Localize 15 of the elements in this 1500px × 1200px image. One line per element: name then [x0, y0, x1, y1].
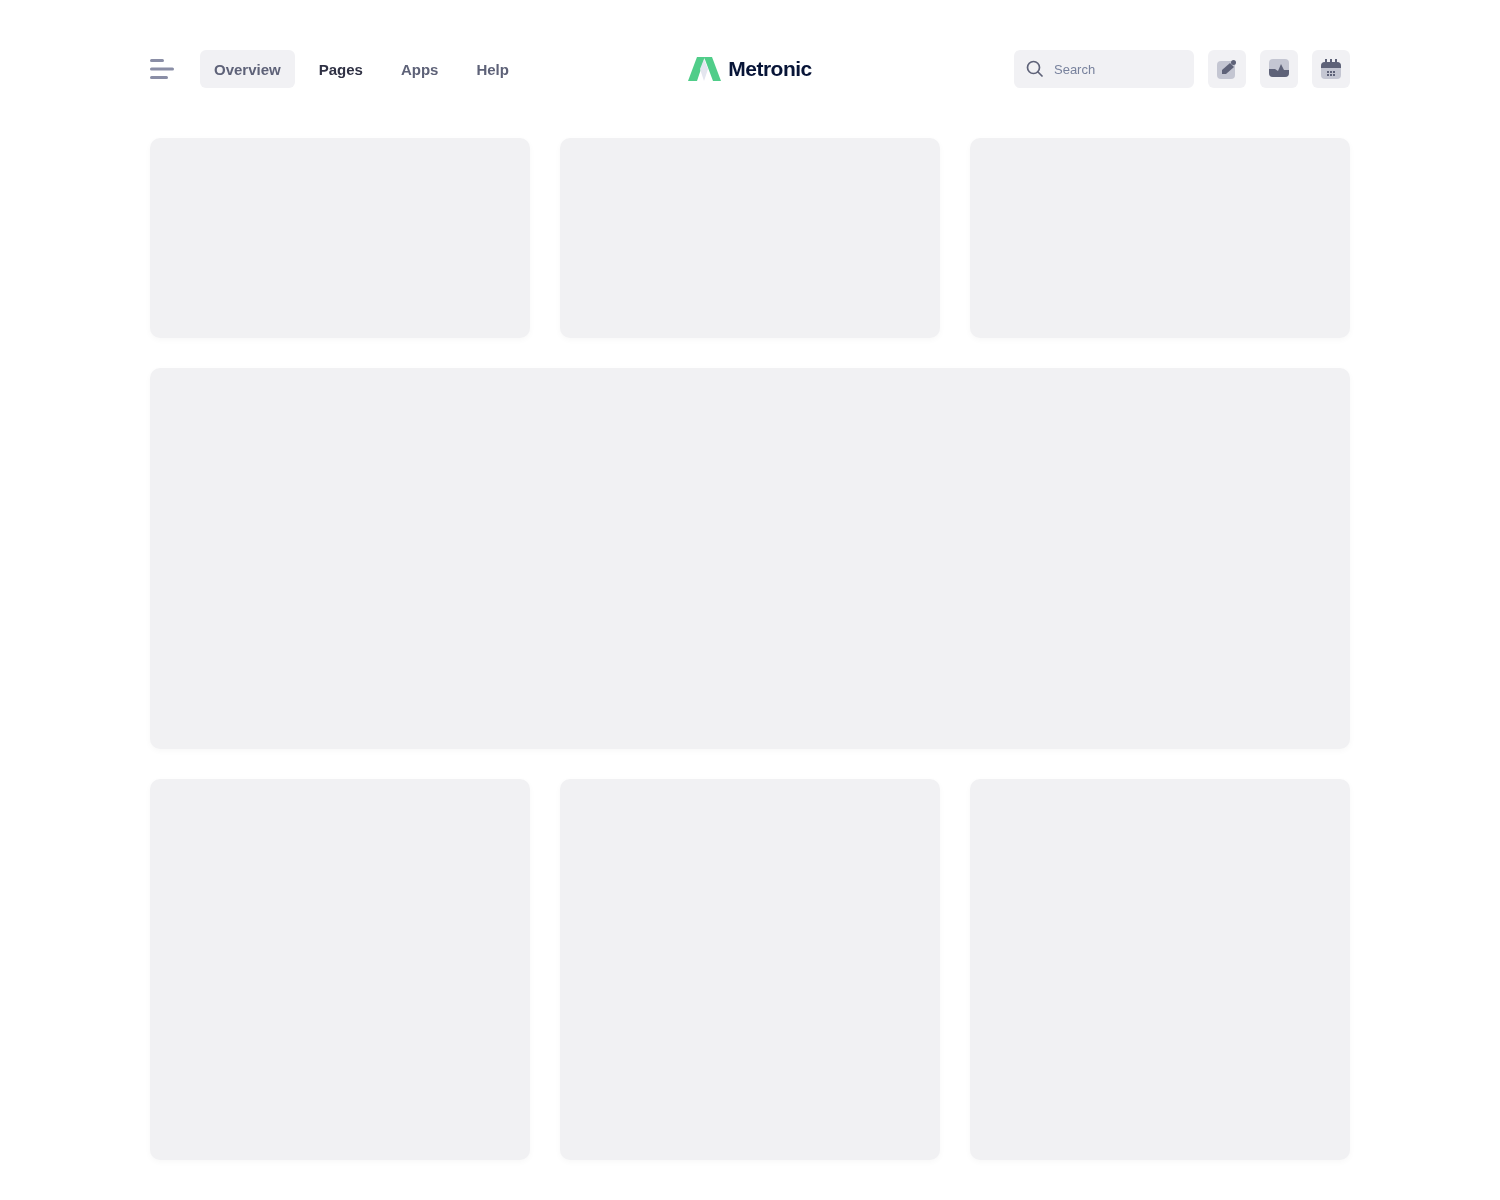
chart-button[interactable] [1260, 50, 1298, 88]
edit-button[interactable] [1208, 50, 1246, 88]
nav-tab[interactable]: Apps [386, 50, 453, 88]
menu-button[interactable] [150, 59, 174, 79]
search-field[interactable]: Search [1014, 50, 1194, 88]
logo-text: Metronic [728, 57, 812, 81]
logo-icon [688, 57, 722, 81]
edit-icon [1217, 59, 1237, 79]
nav-tab[interactable]: Help [462, 50, 523, 88]
calendar-icon [1321, 59, 1341, 79]
calendar-button[interactable] [1312, 50, 1350, 88]
menu-icon [150, 59, 174, 79]
nav-tab[interactable]: Overview [200, 50, 295, 88]
chart-icon [1269, 59, 1289, 79]
nav-tab[interactable]: Pages [304, 50, 377, 88]
